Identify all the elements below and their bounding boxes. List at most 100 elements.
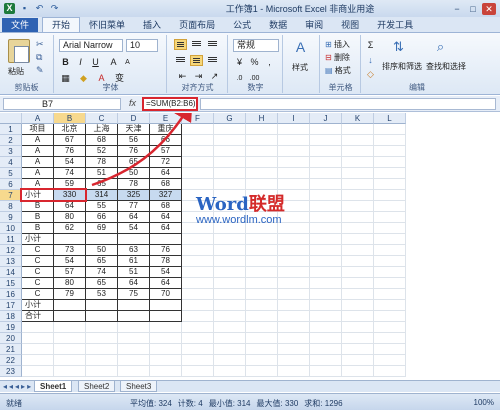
cell-b22[interactable] <box>54 355 86 366</box>
cell-a16[interactable]: C <box>22 289 54 300</box>
cell-h3[interactable] <box>246 146 278 157</box>
copy-icon[interactable]: ⧉ <box>36 52 42 63</box>
cell-d19[interactable] <box>118 322 150 333</box>
cell-a23[interactable] <box>22 366 54 377</box>
tab-review[interactable]: 审阅 <box>296 18 332 32</box>
cell-g3[interactable] <box>214 146 246 157</box>
cell-h23[interactable] <box>246 366 278 377</box>
cell-d22[interactable] <box>118 355 150 366</box>
cell-a20[interactable] <box>22 333 54 344</box>
align-center-button[interactable] <box>190 55 203 66</box>
format-painter-icon[interactable]: ✎ <box>36 65 44 76</box>
cell-h14[interactable] <box>246 267 278 278</box>
align-left-button[interactable] <box>174 55 187 66</box>
cell-a8[interactable]: B <box>22 201 54 212</box>
cell-e23[interactable] <box>150 366 182 377</box>
zoom-level[interactable]: 100% <box>474 398 494 407</box>
cell-e2[interactable]: 66 <box>150 135 182 146</box>
redo-icon[interactable]: ↷ <box>49 3 60 14</box>
cell-l11[interactable] <box>374 234 406 245</box>
column-header-i[interactable]: I <box>278 113 310 124</box>
column-header-d[interactable]: D <box>118 113 150 124</box>
cell-a3[interactable]: A <box>22 146 54 157</box>
paste-icon[interactable] <box>8 39 30 63</box>
cell-i21[interactable] <box>278 344 310 355</box>
cell-f21[interactable] <box>182 344 214 355</box>
row-header[interactable]: 10 <box>0 223 22 234</box>
cell-d15[interactable]: 64 <box>118 278 150 289</box>
row-header[interactable]: 12 <box>0 245 22 256</box>
cell-h16[interactable] <box>246 289 278 300</box>
row-header[interactable]: 8 <box>0 201 22 212</box>
cell-i11[interactable] <box>278 234 310 245</box>
column-header-h[interactable]: H <box>246 113 278 124</box>
cell-d18[interactable] <box>118 311 150 322</box>
cell-a11[interactable]: 小计 <box>22 234 54 245</box>
cell-l8[interactable] <box>374 201 406 212</box>
cell-h4[interactable] <box>246 157 278 168</box>
cell-e11[interactable] <box>150 234 182 245</box>
cell-d13[interactable]: 61 <box>118 256 150 267</box>
sort-filter-icon[interactable]: ⇅ <box>392 40 405 53</box>
cell-k10[interactable] <box>342 223 374 234</box>
cell-k13[interactable] <box>342 256 374 267</box>
cell-l16[interactable] <box>374 289 406 300</box>
minimize-button[interactable]: − <box>450 3 464 15</box>
cell-l9[interactable] <box>374 212 406 223</box>
cell-k22[interactable] <box>342 355 374 366</box>
cell-k20[interactable] <box>342 333 374 344</box>
sort-filter-label[interactable]: 排序和筛选 <box>382 61 422 72</box>
tab-file[interactable]: 文件 <box>2 18 39 32</box>
align-top-button[interactable] <box>174 39 187 50</box>
styles-label[interactable]: 样式 <box>292 62 308 73</box>
cell-l4[interactable] <box>374 157 406 168</box>
row-header[interactable]: 7 <box>0 190 22 201</box>
cell-f14[interactable] <box>182 267 214 278</box>
sheet-tab-1[interactable]: Sheet1 <box>34 381 73 392</box>
cell-c11[interactable] <box>86 234 118 245</box>
cell-k17[interactable] <box>342 300 374 311</box>
cell-c14[interactable]: 74 <box>86 267 118 278</box>
cell-c22[interactable] <box>86 355 118 366</box>
sheet-tab-3[interactable]: Sheet3 <box>120 381 158 392</box>
cell-c19[interactable] <box>86 322 118 333</box>
find-select-icon[interactable]: ⌕ <box>434 40 447 53</box>
maximize-button[interactable]: □ <box>466 3 480 15</box>
cell-j8[interactable] <box>310 201 342 212</box>
row-header[interactable]: 5 <box>0 168 22 179</box>
cell-b5[interactable]: 74 <box>54 168 86 179</box>
cell-f13[interactable] <box>182 256 214 267</box>
tab-page-layout[interactable]: 页面布局 <box>170 18 224 32</box>
cell-a22[interactable] <box>22 355 54 366</box>
cell-h17[interactable] <box>246 300 278 311</box>
cell-b11[interactable] <box>54 234 86 245</box>
row-header[interactable]: 2 <box>0 135 22 146</box>
cell-l6[interactable] <box>374 179 406 190</box>
cell-c1[interactable]: 上海 <box>86 124 118 135</box>
cell-j14[interactable] <box>310 267 342 278</box>
cell-j21[interactable] <box>310 344 342 355</box>
cell-k9[interactable] <box>342 212 374 223</box>
cell-d11[interactable] <box>118 234 150 245</box>
align-right-button[interactable] <box>206 55 219 66</box>
tab-data[interactable]: 数据 <box>260 18 296 32</box>
cell-a19[interactable] <box>22 322 54 333</box>
column-header-a[interactable]: A <box>22 113 54 124</box>
row-header[interactable]: 3 <box>0 146 22 157</box>
font-name-select[interactable]: Arial Narrow <box>59 39 123 52</box>
cell-h11[interactable] <box>246 234 278 245</box>
cell-k6[interactable] <box>342 179 374 190</box>
select-all-corner[interactable] <box>0 113 22 124</box>
cell-f6[interactable] <box>182 179 214 190</box>
cell-a15[interactable]: C <box>22 278 54 289</box>
cell-i17[interactable] <box>278 300 310 311</box>
cut-icon[interactable]: ✂ <box>36 39 44 50</box>
sheet-nav-arrows-icon[interactable]: ◂◂◂▸▸ <box>3 382 33 391</box>
cell-l22[interactable] <box>374 355 406 366</box>
cell-l17[interactable] <box>374 300 406 311</box>
cell-e19[interactable] <box>150 322 182 333</box>
cell-g19[interactable] <box>214 322 246 333</box>
cell-l5[interactable] <box>374 168 406 179</box>
cell-g6[interactable] <box>214 179 246 190</box>
cell-j19[interactable] <box>310 322 342 333</box>
